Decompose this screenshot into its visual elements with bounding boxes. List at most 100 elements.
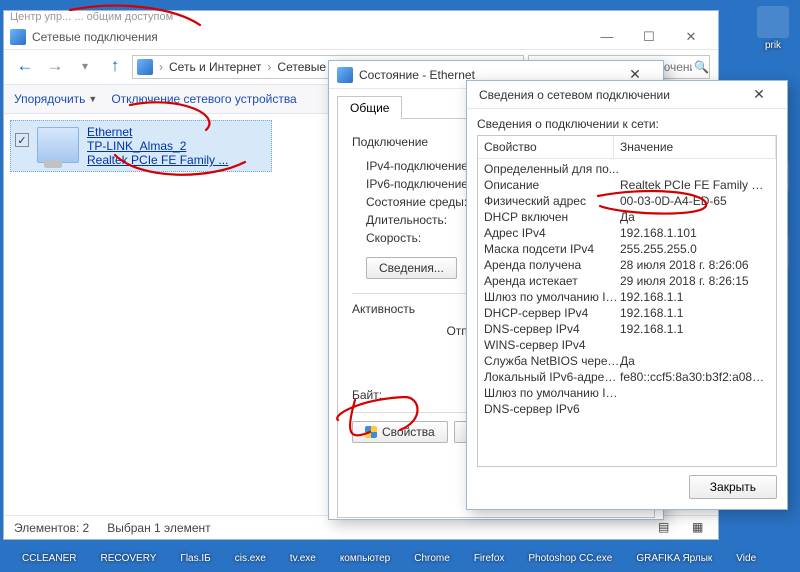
property-value: Realtek PCIe FE Family Controller <box>620 178 770 192</box>
nav-back-button[interactable]: ← <box>12 54 38 80</box>
details-row[interactable]: Определенный для по... <box>478 161 776 177</box>
location-icon <box>137 59 153 75</box>
details-row[interactable]: DNS-сервер IPv6 <box>478 401 776 417</box>
connection-text: Ethernet TP-LINK_Almas_2 Realtek PCIe FE… <box>87 125 228 167</box>
property-name: Локальный IPv6-адрес... <box>484 370 620 384</box>
details-row[interactable]: Адрес IPv4192.168.1.101 <box>478 225 776 241</box>
property-name: Служба NetBIOS через... <box>484 354 620 368</box>
column-value[interactable]: Значение <box>614 136 776 158</box>
chevron-down-icon: ▼ <box>88 94 97 104</box>
shield-icon <box>365 426 377 438</box>
details-row[interactable]: Шлюз по умолчанию IP...192.168.1.1 <box>478 289 776 305</box>
row-label: Состояние среды: <box>366 195 467 209</box>
details-list: Свойство Значение Определенный для по...… <box>477 135 777 467</box>
property-name: Маска подсети IPv4 <box>484 242 620 256</box>
property-name: DHCP-сервер IPv4 <box>484 306 620 320</box>
minimize-button[interactable]: — <box>586 26 628 48</box>
property-value: fe80::ccf5:8a30:b3f2:a081%13 <box>620 370 770 384</box>
property-value <box>620 402 770 416</box>
prev-window-title: Центр упр... ... общим доступом <box>4 11 718 25</box>
property-name: Описание <box>484 178 620 192</box>
property-name: Шлюз по умолчанию IP... <box>484 386 620 400</box>
nav-forward-button[interactable]: → <box>42 54 68 80</box>
property-value: 255.255.255.0 <box>620 242 770 256</box>
row-label: Длительность: <box>366 213 447 227</box>
details-row[interactable]: Служба NetBIOS через...Да <box>478 353 776 369</box>
property-value: 00-03-0D-A4-ED-65 <box>620 194 770 208</box>
property-name: DHCP включен <box>484 210 620 224</box>
property-value: 192.168.1.1 <box>620 306 770 320</box>
details-row[interactable]: Локальный IPv6-адрес...fe80::ccf5:8a30:b… <box>478 369 776 385</box>
app-icon <box>10 29 26 45</box>
row-label: IPv6-подключение: <box>366 177 471 191</box>
connection-device[interactable]: Realtek PCIe FE Family ... <box>87 153 228 167</box>
details-button[interactable]: Сведения... <box>366 257 457 279</box>
chevron-right-icon: › <box>157 60 165 74</box>
dialog-icon <box>337 67 353 83</box>
selection-checkbox[interactable]: ✓ <box>15 133 29 147</box>
details-view-button[interactable]: ▤ <box>658 520 674 536</box>
details-row[interactable]: Физический адрес00-03-0D-A4-ED-65 <box>478 193 776 209</box>
desktop-bottom-icons: CCLEANERRECOVERYГlas.IБ cis.exetv.exeком… <box>0 544 800 572</box>
property-name: Определенный для по... <box>484 162 620 176</box>
details-row[interactable]: Маска подсети IPv4255.255.255.0 <box>478 241 776 257</box>
property-value: 192.168.1.1 <box>620 290 770 304</box>
property-name: DNS-сервер IPv6 <box>484 402 620 416</box>
property-value <box>620 162 770 176</box>
titlebar: Сетевые подключения — ☐ ✕ <box>4 25 718 50</box>
tiles-view-button[interactable]: ▦ <box>692 520 708 536</box>
property-value: 28 июля 2018 г. 8:26:06 <box>620 258 770 272</box>
close-details-button[interactable]: Закрыть <box>689 475 777 499</box>
column-property[interactable]: Свойство <box>478 136 614 158</box>
property-value: 29 июля 2018 г. 8:26:15 <box>620 274 770 288</box>
tab-general[interactable]: Общие <box>337 96 402 119</box>
details-row[interactable]: Аренда истекает29 июля 2018 г. 8:26:15 <box>478 273 776 289</box>
nav-up-button[interactable]: ↑ <box>102 54 128 80</box>
property-value <box>620 386 770 400</box>
property-value: 192.168.1.101 <box>620 226 770 240</box>
close-button[interactable]: ✕ <box>670 26 712 48</box>
property-value: 192.168.1.1 <box>620 322 770 336</box>
dialog-title: Сведения о сетевом подключении <box>475 88 739 102</box>
nic-icon <box>37 127 79 163</box>
property-value: Да <box>620 354 770 368</box>
breadcrumb-item[interactable]: Сеть и Интернет <box>165 60 265 74</box>
properties-button[interactable]: Свойства <box>352 421 448 443</box>
property-name: WINS-сервер IPv4 <box>484 338 620 352</box>
dialog-titlebar: Сведения о сетевом подключении ✕ <box>467 81 787 109</box>
status-count: Элементов: 2 <box>14 521 89 535</box>
close-button[interactable]: ✕ <box>739 86 779 103</box>
row-label: IPv4-подключение: <box>366 159 471 173</box>
details-row[interactable]: ОписаниеRealtek PCIe FE Family Controlle… <box>478 177 776 193</box>
details-subtitle: Сведения о подключении к сети: <box>477 117 777 131</box>
disable-device-button[interactable]: Отключение сетевого устройства <box>111 92 296 106</box>
details-row[interactable]: DHCP-сервер IPv4192.168.1.1 <box>478 305 776 321</box>
details-dialog: Сведения о сетевом подключении ✕ Сведени… <box>466 80 788 510</box>
property-name: Физический адрес <box>484 194 620 208</box>
property-name: Адрес IPv4 <box>484 226 620 240</box>
chevron-right-icon: › <box>265 60 273 74</box>
details-row[interactable]: Аренда получена28 июля 2018 г. 8:26:06 <box>478 257 776 273</box>
row-label: Скорость: <box>366 231 421 245</box>
status-selected: Выбран 1 элемент <box>107 521 210 535</box>
connection-name[interactable]: Ethernet <box>87 125 228 139</box>
maximize-button[interactable]: ☐ <box>628 26 670 48</box>
property-name: Аренда получена <box>484 258 620 272</box>
search-icon: 🔍 <box>694 60 709 74</box>
desktop-icon[interactable]: prik <box>748 6 798 51</box>
property-value: Да <box>620 210 770 224</box>
details-row[interactable]: WINS-сервер IPv4 <box>478 337 776 353</box>
nav-recent-button[interactable]: ▾ <box>72 54 98 80</box>
details-row[interactable]: DHCP включенДа <box>478 209 776 225</box>
details-row[interactable]: DNS-сервер IPv4192.168.1.1 <box>478 321 776 337</box>
property-name: Шлюз по умолчанию IP... <box>484 290 620 304</box>
details-row[interactable]: Шлюз по умолчанию IP... <box>478 385 776 401</box>
connection-network[interactable]: TP-LINK_Almas_2 <box>87 139 228 153</box>
property-name: Аренда истекает <box>484 274 620 288</box>
connection-item[interactable]: ✓ Ethernet TP-LINK_Almas_2 Realtek PCIe … <box>10 120 272 172</box>
organize-button[interactable]: Упорядочить▼ <box>14 92 97 106</box>
bytes-label: Байт: <box>352 388 382 402</box>
window-title: Сетевые подключения <box>32 30 586 44</box>
property-name: DNS-сервер IPv4 <box>484 322 620 336</box>
property-value <box>620 338 770 352</box>
